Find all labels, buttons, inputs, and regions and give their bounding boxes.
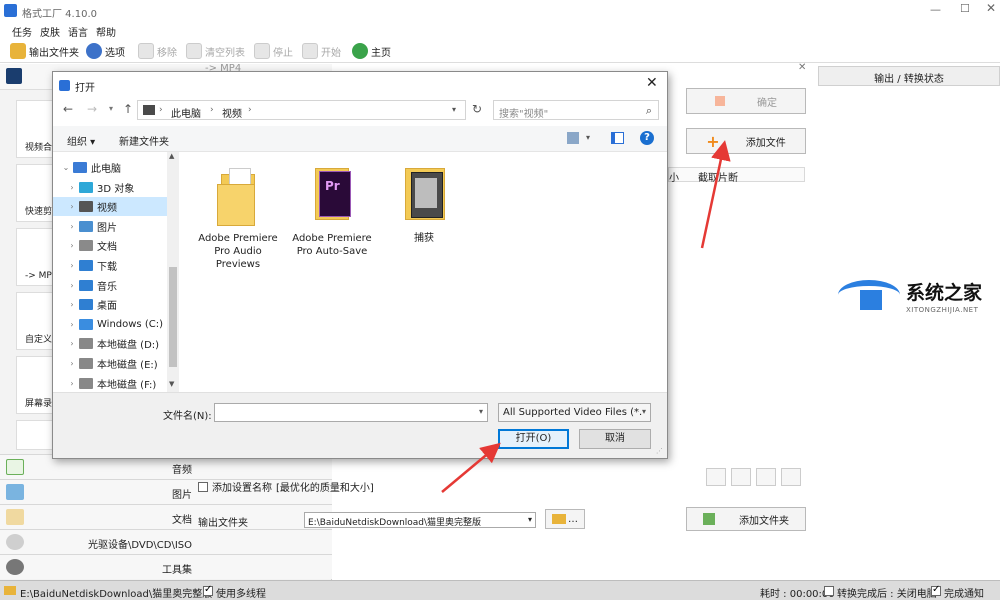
after-done-label: 转换完成后 : 关闭电脑 (837, 589, 937, 600)
multithread-checkbox[interactable] (203, 584, 213, 596)
watermark-domain: XITONGZHIJIA.NET (906, 306, 979, 314)
status-path: E:\BaiduNetdiskDownload\猫里奥完整版 (20, 589, 213, 600)
watermark-logo-icon (860, 290, 882, 310)
after-done-checkbox[interactable] (824, 586, 834, 596)
folder-icon (4, 586, 16, 595)
arrow-to-add-file (700, 140, 731, 249)
multithread-label: 使用多线程 (216, 589, 266, 600)
notify-checkbox[interactable] (931, 584, 941, 596)
watermark-brand: 系统之家 (906, 282, 983, 304)
status-bar: E:\BaiduNetdiskDownload\猫里奥完整版 使用多线程 耗时 … (0, 580, 1000, 600)
watermark: 系统之家 XITONGZHIJIA.NET (838, 276, 988, 320)
arrow-to-open-button (441, 442, 501, 493)
notify-label: 完成通知 (944, 589, 984, 600)
